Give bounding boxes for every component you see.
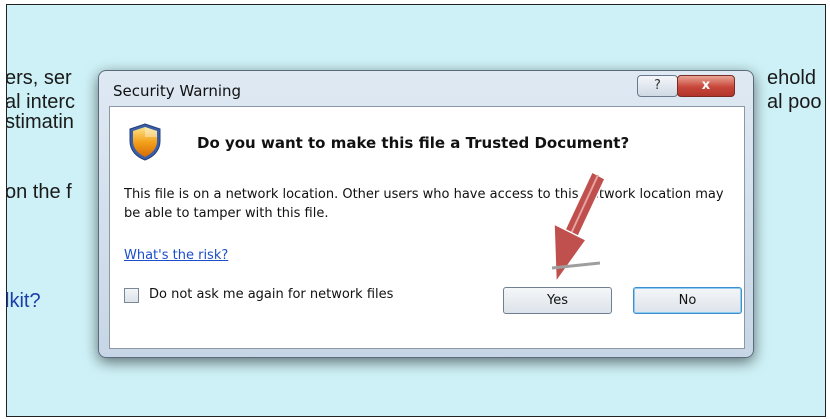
do-not-ask-checkbox[interactable] <box>124 288 139 303</box>
dialog-content: Do you want to make this file a Trusted … <box>109 106 745 349</box>
whats-the-risk-link[interactable]: What's the risk? <box>124 248 228 263</box>
background-text-line: on the f <box>6 181 72 203</box>
background-text-line: al poo <box>767 91 822 113</box>
dialog-titlebar[interactable]: Security Warning ? x <box>99 71 753 105</box>
do-not-ask-checkbox-label[interactable]: Do not ask me again for network files <box>149 287 393 302</box>
background-text-line: ers, ser <box>6 67 72 89</box>
yes-button[interactable]: Yes <box>503 287 612 314</box>
close-button[interactable]: x <box>677 75 735 97</box>
dialog-title: Security Warning <box>113 82 242 100</box>
dialog-body-text: This file is on a network location. Othe… <box>124 187 724 221</box>
security-warning-dialog: Security Warning ? x Do you want to make… <box>98 70 754 358</box>
help-button[interactable]: ? <box>637 75 678 97</box>
dialog-question: Do you want to make this file a Trusted … <box>197 134 630 152</box>
no-button[interactable]: No <box>633 287 742 314</box>
background-text-line: lkit? <box>6 290 41 312</box>
background-text-line: ehold <box>767 67 816 89</box>
shield-warning-icon <box>129 123 161 161</box>
background-text-line: stimatin <box>6 111 74 133</box>
